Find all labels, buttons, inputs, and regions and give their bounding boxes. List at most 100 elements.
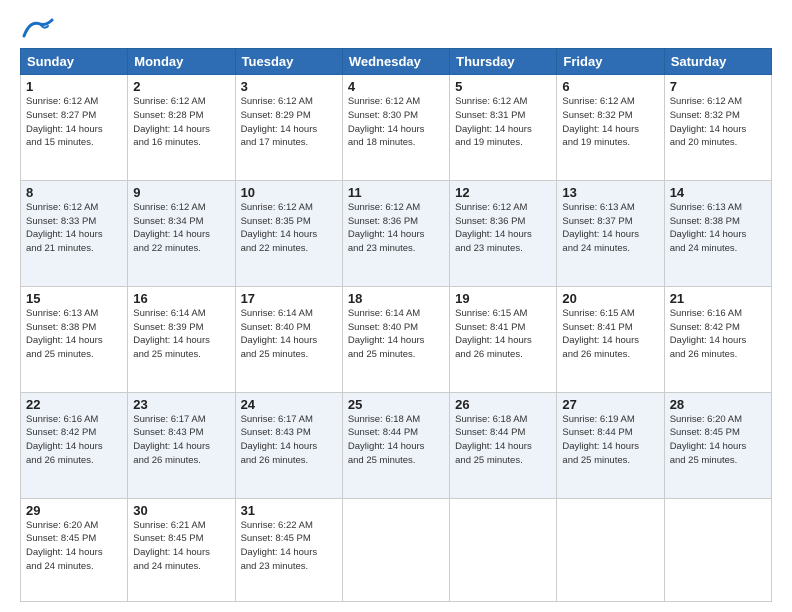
- day-info: Sunrise: 6:12 AMSunset: 8:32 PMDaylight:…: [670, 95, 766, 150]
- day-number: 13: [562, 185, 658, 200]
- day-number: 17: [241, 291, 337, 306]
- day-number: 19: [455, 291, 551, 306]
- day-number: 28: [670, 397, 766, 412]
- day-info: Sunrise: 6:18 AMSunset: 8:44 PMDaylight:…: [455, 413, 551, 468]
- day-info: Sunrise: 6:13 AMSunset: 8:38 PMDaylight:…: [670, 201, 766, 256]
- day-number: 16: [133, 291, 229, 306]
- calendar-cell: [557, 498, 664, 601]
- day-number: 11: [348, 185, 444, 200]
- day-info: Sunrise: 6:14 AMSunset: 8:40 PMDaylight:…: [348, 307, 444, 362]
- day-info: Sunrise: 6:15 AMSunset: 8:41 PMDaylight:…: [562, 307, 658, 362]
- calendar-week-row: 1Sunrise: 6:12 AMSunset: 8:27 PMDaylight…: [21, 75, 772, 181]
- calendar-cell: 13Sunrise: 6:13 AMSunset: 8:37 PMDayligh…: [557, 180, 664, 286]
- calendar-table: SundayMondayTuesdayWednesdayThursdayFrid…: [20, 48, 772, 602]
- day-number: 6: [562, 79, 658, 94]
- day-info: Sunrise: 6:12 AMSunset: 8:29 PMDaylight:…: [241, 95, 337, 150]
- day-info: Sunrise: 6:13 AMSunset: 8:37 PMDaylight:…: [562, 201, 658, 256]
- day-number: 31: [241, 503, 337, 518]
- day-info: Sunrise: 6:12 AMSunset: 8:33 PMDaylight:…: [26, 201, 122, 256]
- day-info: Sunrise: 6:14 AMSunset: 8:39 PMDaylight:…: [133, 307, 229, 362]
- calendar-cell: 28Sunrise: 6:20 AMSunset: 8:45 PMDayligh…: [664, 392, 771, 498]
- calendar-cell: 26Sunrise: 6:18 AMSunset: 8:44 PMDayligh…: [450, 392, 557, 498]
- calendar-cell: 22Sunrise: 6:16 AMSunset: 8:42 PMDayligh…: [21, 392, 128, 498]
- day-info: Sunrise: 6:15 AMSunset: 8:41 PMDaylight:…: [455, 307, 551, 362]
- day-number: 2: [133, 79, 229, 94]
- day-number: 3: [241, 79, 337, 94]
- day-number: 10: [241, 185, 337, 200]
- calendar-header-row: SundayMondayTuesdayWednesdayThursdayFrid…: [21, 49, 772, 75]
- day-info: Sunrise: 6:12 AMSunset: 8:30 PMDaylight:…: [348, 95, 444, 150]
- day-info: Sunrise: 6:12 AMSunset: 8:36 PMDaylight:…: [348, 201, 444, 256]
- calendar-cell: [342, 498, 449, 601]
- day-info: Sunrise: 6:12 AMSunset: 8:27 PMDaylight:…: [26, 95, 122, 150]
- calendar-cell: 10Sunrise: 6:12 AMSunset: 8:35 PMDayligh…: [235, 180, 342, 286]
- calendar-cell: 24Sunrise: 6:17 AMSunset: 8:43 PMDayligh…: [235, 392, 342, 498]
- calendar-cell: 9Sunrise: 6:12 AMSunset: 8:34 PMDaylight…: [128, 180, 235, 286]
- calendar-cell: [664, 498, 771, 601]
- day-info: Sunrise: 6:17 AMSunset: 8:43 PMDaylight:…: [133, 413, 229, 468]
- calendar-cell: 3Sunrise: 6:12 AMSunset: 8:29 PMDaylight…: [235, 75, 342, 181]
- calendar-cell: 14Sunrise: 6:13 AMSunset: 8:38 PMDayligh…: [664, 180, 771, 286]
- calendar-cell: 30Sunrise: 6:21 AMSunset: 8:45 PMDayligh…: [128, 498, 235, 601]
- calendar-header-sunday: Sunday: [21, 49, 128, 75]
- calendar-header-saturday: Saturday: [664, 49, 771, 75]
- logo: [20, 18, 54, 40]
- calendar-week-row: 22Sunrise: 6:16 AMSunset: 8:42 PMDayligh…: [21, 392, 772, 498]
- day-info: Sunrise: 6:19 AMSunset: 8:44 PMDaylight:…: [562, 413, 658, 468]
- day-info: Sunrise: 6:18 AMSunset: 8:44 PMDaylight:…: [348, 413, 444, 468]
- calendar-header-friday: Friday: [557, 49, 664, 75]
- calendar-cell: 5Sunrise: 6:12 AMSunset: 8:31 PMDaylight…: [450, 75, 557, 181]
- header: [20, 18, 772, 40]
- page: SundayMondayTuesdayWednesdayThursdayFrid…: [0, 0, 792, 612]
- calendar-week-row: 29Sunrise: 6:20 AMSunset: 8:45 PMDayligh…: [21, 498, 772, 601]
- day-info: Sunrise: 6:20 AMSunset: 8:45 PMDaylight:…: [26, 519, 122, 574]
- calendar-cell: 31Sunrise: 6:22 AMSunset: 8:45 PMDayligh…: [235, 498, 342, 601]
- day-number: 22: [26, 397, 122, 412]
- day-number: 8: [26, 185, 122, 200]
- calendar-cell: 11Sunrise: 6:12 AMSunset: 8:36 PMDayligh…: [342, 180, 449, 286]
- day-info: Sunrise: 6:20 AMSunset: 8:45 PMDaylight:…: [670, 413, 766, 468]
- calendar-header-wednesday: Wednesday: [342, 49, 449, 75]
- day-number: 26: [455, 397, 551, 412]
- day-info: Sunrise: 6:16 AMSunset: 8:42 PMDaylight:…: [26, 413, 122, 468]
- day-info: Sunrise: 6:16 AMSunset: 8:42 PMDaylight:…: [670, 307, 766, 362]
- day-info: Sunrise: 6:13 AMSunset: 8:38 PMDaylight:…: [26, 307, 122, 362]
- calendar-cell: 19Sunrise: 6:15 AMSunset: 8:41 PMDayligh…: [450, 286, 557, 392]
- day-number: 30: [133, 503, 229, 518]
- day-number: 9: [133, 185, 229, 200]
- calendar-cell: 7Sunrise: 6:12 AMSunset: 8:32 PMDaylight…: [664, 75, 771, 181]
- calendar-cell: 18Sunrise: 6:14 AMSunset: 8:40 PMDayligh…: [342, 286, 449, 392]
- day-number: 25: [348, 397, 444, 412]
- day-number: 14: [670, 185, 766, 200]
- calendar-header-monday: Monday: [128, 49, 235, 75]
- day-info: Sunrise: 6:12 AMSunset: 8:28 PMDaylight:…: [133, 95, 229, 150]
- day-number: 12: [455, 185, 551, 200]
- calendar-week-row: 8Sunrise: 6:12 AMSunset: 8:33 PMDaylight…: [21, 180, 772, 286]
- day-number: 21: [670, 291, 766, 306]
- day-number: 1: [26, 79, 122, 94]
- day-number: 7: [670, 79, 766, 94]
- day-info: Sunrise: 6:22 AMSunset: 8:45 PMDaylight:…: [241, 519, 337, 574]
- calendar-cell: 1Sunrise: 6:12 AMSunset: 8:27 PMDaylight…: [21, 75, 128, 181]
- calendar-cell: 25Sunrise: 6:18 AMSunset: 8:44 PMDayligh…: [342, 392, 449, 498]
- day-info: Sunrise: 6:12 AMSunset: 8:36 PMDaylight:…: [455, 201, 551, 256]
- calendar-cell: 21Sunrise: 6:16 AMSunset: 8:42 PMDayligh…: [664, 286, 771, 392]
- calendar-cell: 8Sunrise: 6:12 AMSunset: 8:33 PMDaylight…: [21, 180, 128, 286]
- day-info: Sunrise: 6:17 AMSunset: 8:43 PMDaylight:…: [241, 413, 337, 468]
- calendar-cell: 4Sunrise: 6:12 AMSunset: 8:30 PMDaylight…: [342, 75, 449, 181]
- calendar-cell: 20Sunrise: 6:15 AMSunset: 8:41 PMDayligh…: [557, 286, 664, 392]
- logo-icon: [22, 18, 54, 40]
- calendar-cell: 16Sunrise: 6:14 AMSunset: 8:39 PMDayligh…: [128, 286, 235, 392]
- calendar-header-tuesday: Tuesday: [235, 49, 342, 75]
- calendar-cell: 12Sunrise: 6:12 AMSunset: 8:36 PMDayligh…: [450, 180, 557, 286]
- day-info: Sunrise: 6:12 AMSunset: 8:32 PMDaylight:…: [562, 95, 658, 150]
- calendar-cell: 23Sunrise: 6:17 AMSunset: 8:43 PMDayligh…: [128, 392, 235, 498]
- day-info: Sunrise: 6:12 AMSunset: 8:35 PMDaylight:…: [241, 201, 337, 256]
- calendar-week-row: 15Sunrise: 6:13 AMSunset: 8:38 PMDayligh…: [21, 286, 772, 392]
- calendar-cell: 27Sunrise: 6:19 AMSunset: 8:44 PMDayligh…: [557, 392, 664, 498]
- calendar-cell: 17Sunrise: 6:14 AMSunset: 8:40 PMDayligh…: [235, 286, 342, 392]
- day-info: Sunrise: 6:14 AMSunset: 8:40 PMDaylight:…: [241, 307, 337, 362]
- day-info: Sunrise: 6:12 AMSunset: 8:34 PMDaylight:…: [133, 201, 229, 256]
- day-number: 27: [562, 397, 658, 412]
- day-number: 5: [455, 79, 551, 94]
